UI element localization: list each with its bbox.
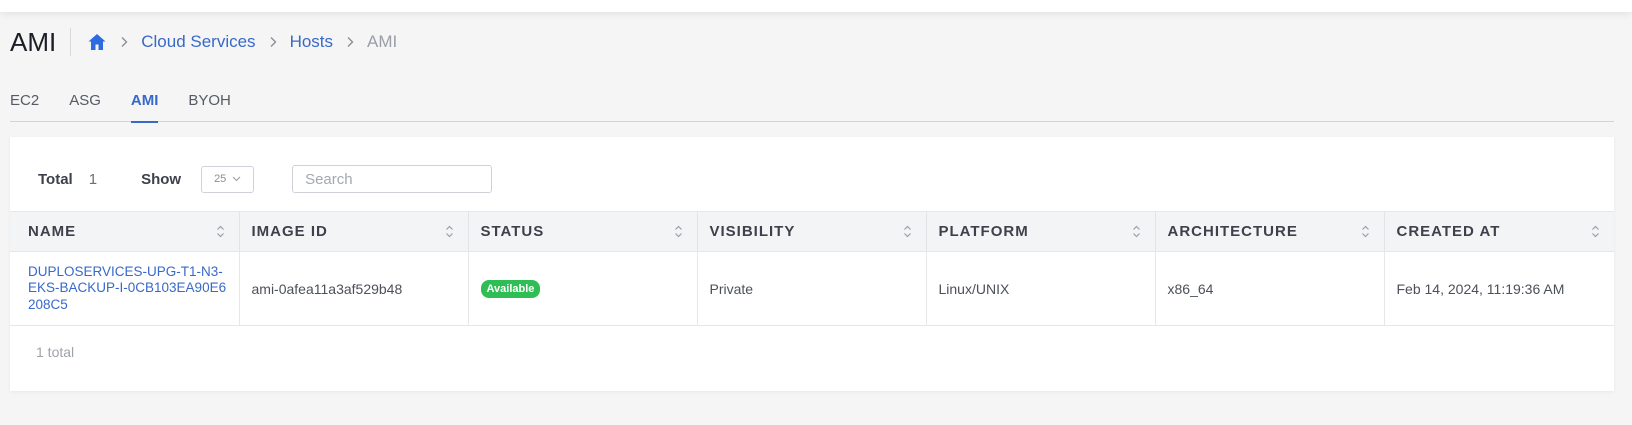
cell-visibility: Private — [697, 251, 927, 326]
cell-platform: Linux/UNIX — [926, 251, 1156, 326]
column-header-image-id[interactable]: IMAGE ID — [239, 211, 469, 252]
sort-icon[interactable] — [674, 224, 683, 239]
breadcrumb-current: AMI — [367, 32, 398, 51]
sort-icon[interactable] — [216, 224, 225, 239]
tab-byoh[interactable]: BYOH — [188, 86, 231, 122]
column-header-name[interactable]: NAME — [10, 211, 240, 252]
sort-icon[interactable] — [1591, 224, 1600, 239]
ami-table: NAME IMAGE ID STATUS VISIBILITY PLATFORM… — [10, 211, 1614, 326]
page-size-select[interactable]: 25 — [201, 165, 255, 193]
ami-table-card: Total 1 Show 25 NAME IMAGE ID STATUS VIS — [10, 137, 1614, 391]
page-size-value: 25 — [214, 173, 227, 185]
column-header-status[interactable]: STATUS — [468, 211, 698, 252]
cell-architecture: x86_64 — [1155, 251, 1385, 326]
column-header-visibility[interactable]: VISIBILITY — [697, 211, 927, 252]
tab-ec2[interactable]: EC2 — [10, 86, 39, 122]
table-row: DUPLOSERVICES-UPG-T1-N3-EKS-BACKUP-I-0CB… — [10, 251, 1614, 326]
sort-icon[interactable] — [445, 224, 454, 239]
chevron-right-icon — [268, 36, 278, 48]
total-count: 1 — [88, 170, 98, 188]
page-header: AMI Cloud Services Hosts AMI — [10, 24, 397, 60]
tab-asg[interactable]: ASG — [69, 86, 101, 122]
ami-name-link[interactable]: DUPLOSERVICES-UPG-T1-N3-EKS-BACKUP-I-0CB… — [28, 264, 227, 314]
header-divider — [70, 28, 72, 56]
tab-ami[interactable]: AMI — [130, 86, 158, 123]
page-title: AMI — [10, 26, 57, 57]
table-header-row: NAME IMAGE ID STATUS VISIBILITY PLATFORM… — [10, 211, 1614, 252]
status-badge: Available — [480, 280, 541, 298]
sort-icon[interactable] — [903, 224, 912, 239]
column-header-architecture[interactable]: ARCHITECTURE — [1155, 211, 1385, 252]
cell-image-id: ami-0afea11a3af529b48 — [239, 251, 469, 326]
show-label: Show — [141, 170, 182, 188]
footer-total-text: 1 total — [36, 344, 75, 360]
breadcrumb-cloud-services[interactable]: Cloud Services — [141, 32, 255, 52]
sort-icon[interactable] — [1361, 224, 1370, 239]
chevron-down-icon — [232, 176, 241, 182]
chevron-right-icon — [345, 36, 355, 48]
top-bar — [0, 0, 1632, 12]
cell-created-at: Feb 14, 2024, 11:19:36 AM — [1384, 251, 1614, 326]
table-toolbar: Total 1 Show 25 — [38, 165, 493, 193]
cell-status: Available — [468, 251, 698, 326]
home-icon[interactable] — [87, 32, 107, 52]
column-header-platform[interactable]: PLATFORM — [926, 211, 1156, 252]
column-header-created-at[interactable]: CREATED AT — [1384, 211, 1614, 252]
cell-name: DUPLOSERVICES-UPG-T1-N3-EKS-BACKUP-I-0CB… — [10, 251, 240, 326]
breadcrumb: Cloud Services Hosts AMI — [87, 32, 397, 52]
total-label: Total — [38, 170, 73, 188]
breadcrumb-hosts[interactable]: Hosts — [290, 32, 333, 52]
chevron-right-icon — [119, 36, 129, 48]
tab-bar: EC2 ASG AMI BYOH — [10, 86, 1614, 123]
sort-icon[interactable] — [1132, 224, 1141, 239]
search-input[interactable] — [292, 165, 493, 193]
